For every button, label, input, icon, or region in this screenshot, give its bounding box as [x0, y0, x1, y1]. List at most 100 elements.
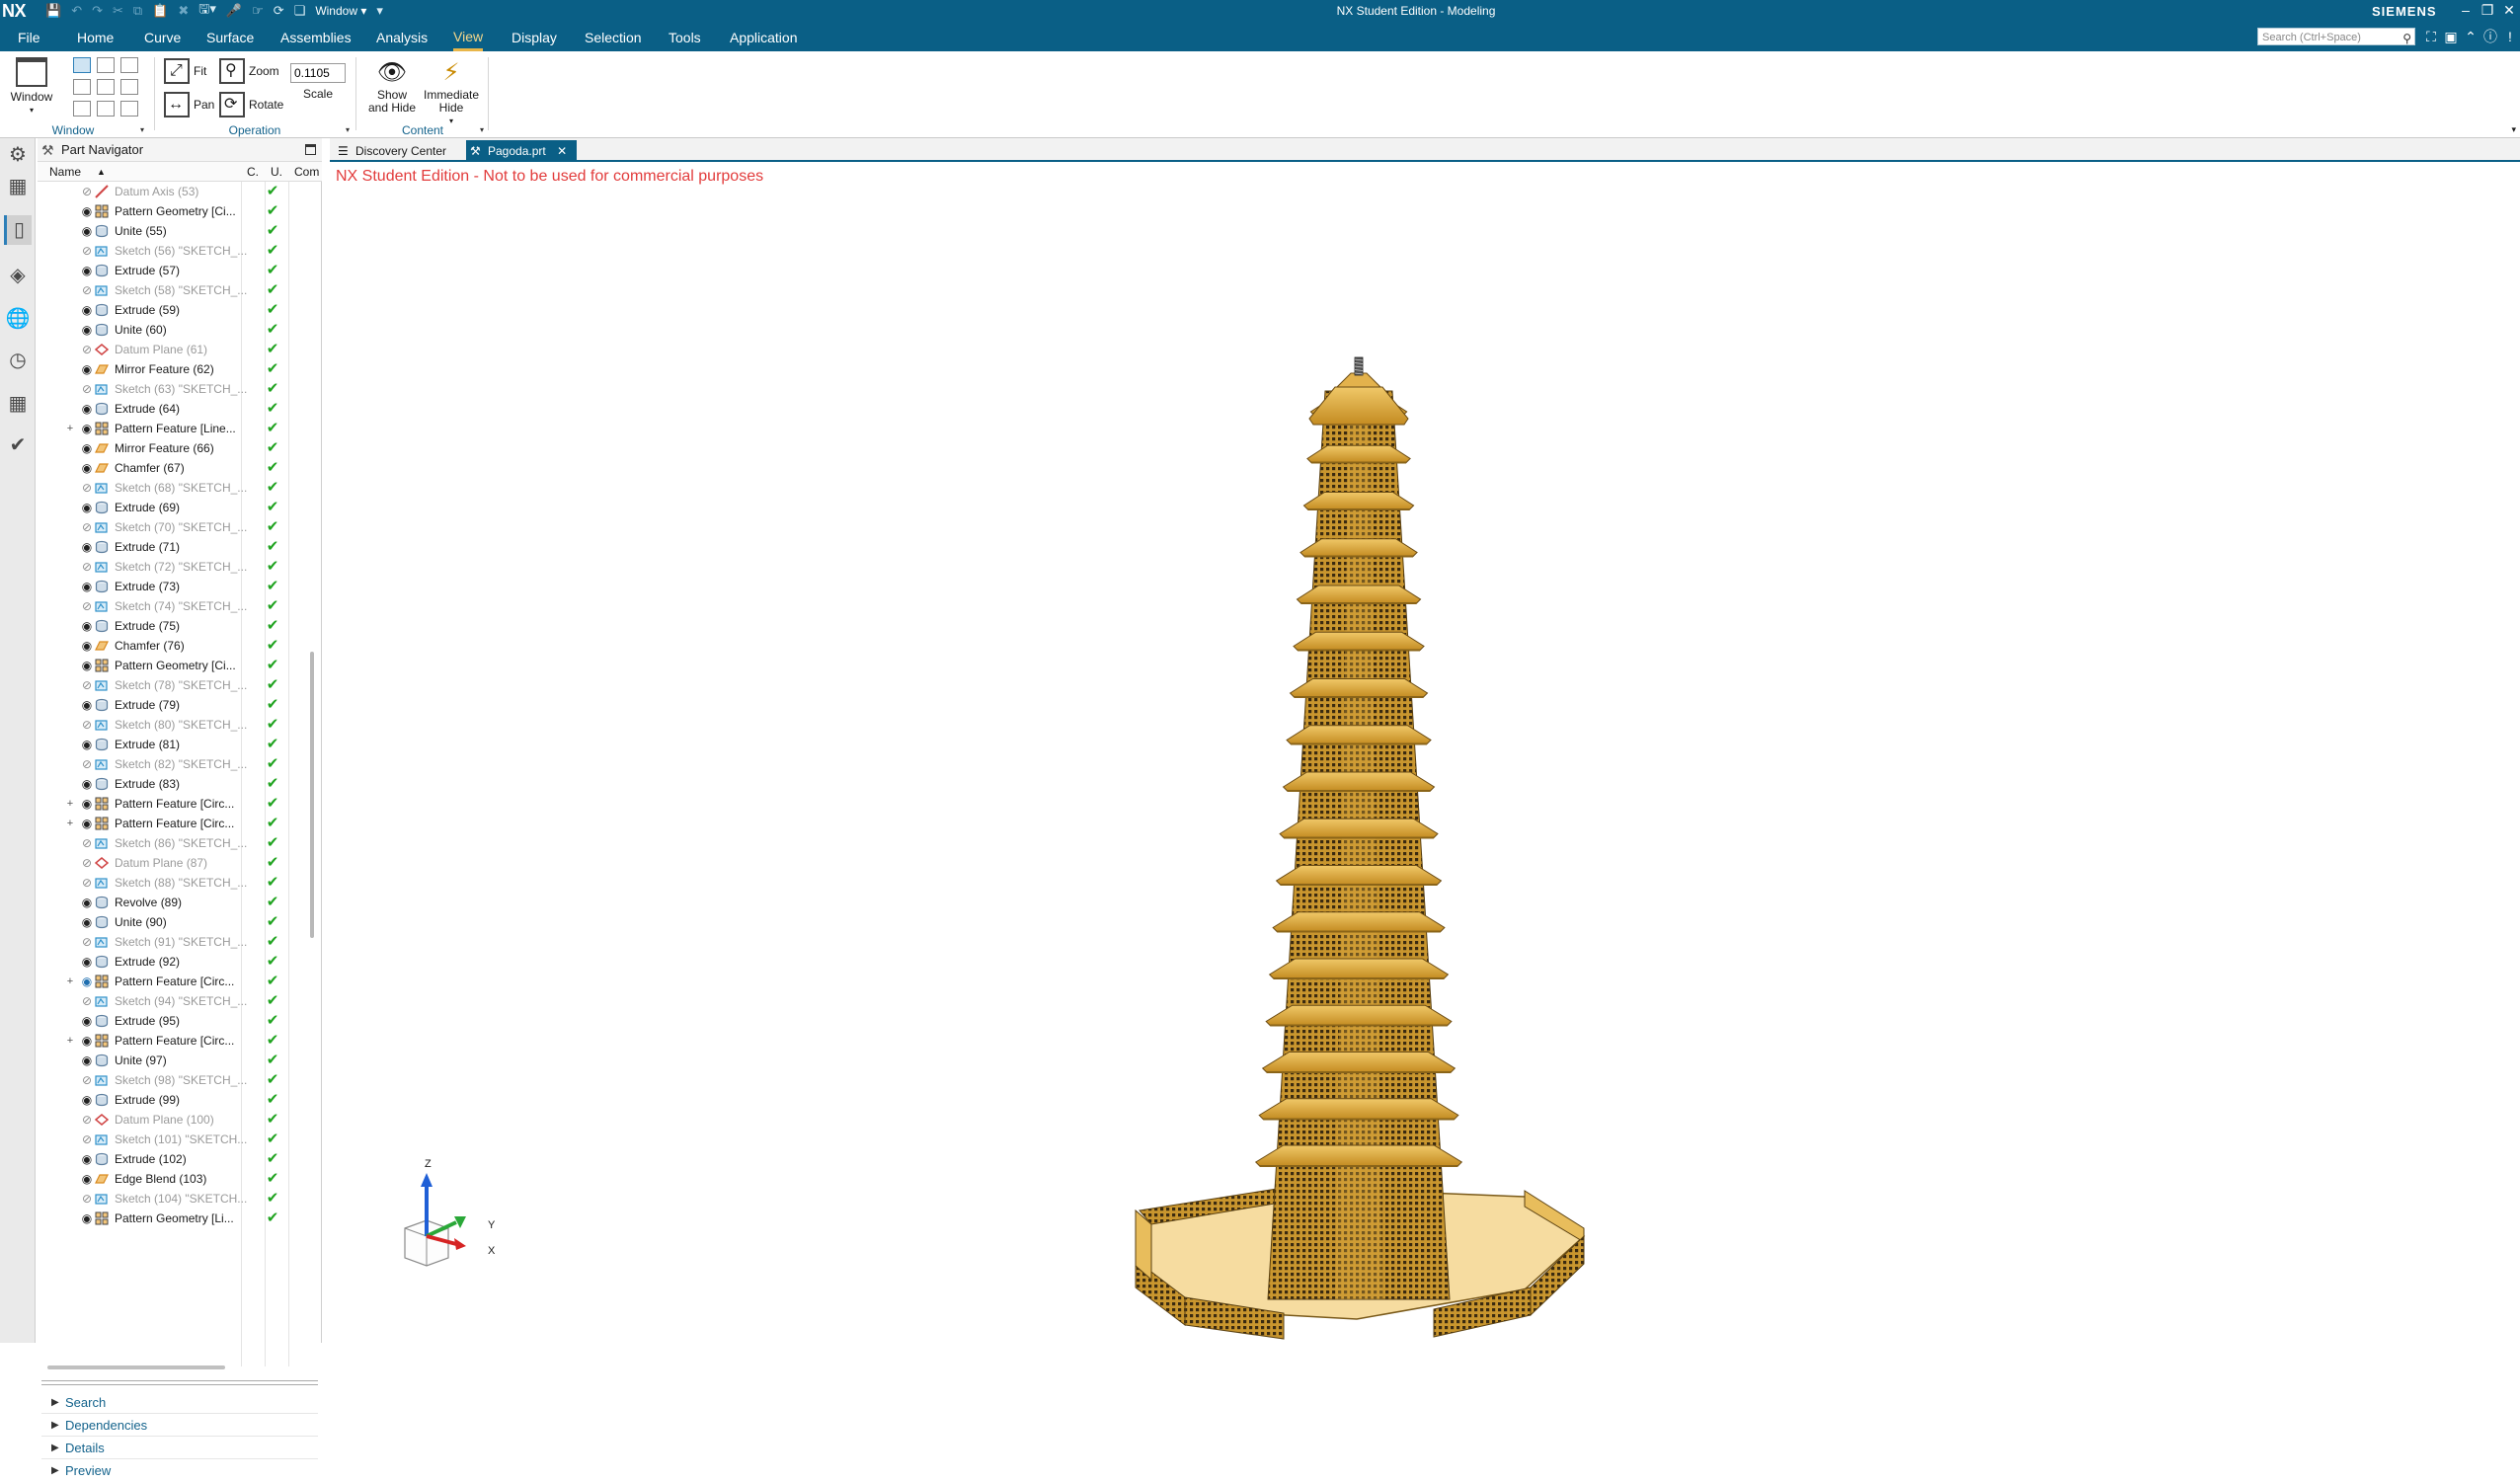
layout-three-bottom-icon[interactable] — [97, 101, 115, 117]
visible-eye-icon[interactable]: ◉ — [79, 952, 95, 972]
feature-row[interactable]: ◉ Unite (55) ✔ — [38, 221, 322, 241]
hidden-eye-icon[interactable]: ⊘ — [79, 241, 95, 261]
help-icon[interactable]: ⓘ — [2481, 28, 2500, 45]
feature-row[interactable]: ⊘ Sketch (91) "SKETCH_... ✔ — [38, 932, 322, 952]
visible-eye-icon[interactable]: ◉ — [79, 1149, 95, 1169]
feature-row[interactable]: ◉ Unite (97) ✔ — [38, 1051, 322, 1070]
tab-curve[interactable]: Curve — [144, 22, 181, 51]
hidden-eye-icon[interactable]: ⊘ — [79, 1110, 95, 1130]
visible-eye-icon[interactable]: ◉ — [79, 1011, 95, 1031]
save-icon[interactable]: 💾 — [45, 3, 61, 19]
close-tab-icon[interactable]: ✕ — [557, 144, 567, 158]
visible-eye-icon[interactable]: ◉ — [79, 735, 95, 754]
visible-eye-icon[interactable]: ◉ — [79, 656, 95, 675]
cut-icon[interactable]: ✂ — [113, 3, 123, 19]
feature-row[interactable]: ◉ Extrude (99) ✔ — [38, 1090, 322, 1110]
visible-eye-icon[interactable]: ◉ — [79, 695, 95, 715]
close-icon[interactable]: ✕ — [2498, 0, 2520, 22]
pan-button[interactable]: ↔ Pan — [164, 91, 214, 118]
feature-row[interactable]: + ◉ Pattern Feature [Circ... ✔ — [38, 794, 322, 814]
tab-file[interactable]: File — [18, 22, 40, 51]
hidden-eye-icon[interactable]: ⊘ — [79, 675, 95, 695]
repeat-command-icon[interactable]: ⟳ — [274, 3, 284, 19]
fullscreen-icon[interactable]: ⛶ — [2421, 28, 2441, 45]
tab-home[interactable]: Home — [77, 22, 114, 51]
panel-splitter[interactable] — [41, 1380, 318, 1381]
hidden-eye-icon[interactable]: ⊘ — [79, 517, 95, 537]
qat-customize-icon[interactable]: ▾ — [376, 3, 383, 19]
feature-row[interactable]: ◉ Extrude (95) ✔ — [38, 1011, 322, 1031]
feature-row[interactable]: ◉ Extrude (92) ✔ — [38, 952, 322, 972]
hidden-eye-icon[interactable]: ⊘ — [79, 280, 95, 300]
feature-row[interactable]: ⊘ Sketch (86) "SKETCH_... ✔ — [38, 833, 322, 853]
copy-icon[interactable]: ⧉ — [133, 3, 142, 19]
feature-row[interactable]: ⊘ Sketch (58) "SKETCH_... ✔ — [38, 280, 322, 300]
hidden-eye-icon[interactable]: ⊘ — [79, 596, 95, 616]
visible-eye-icon[interactable]: ◉ — [79, 1169, 95, 1189]
hidden-eye-icon[interactable]: ⊘ — [79, 932, 95, 952]
expand-toggle-icon[interactable]: + — [65, 419, 75, 438]
feature-row[interactable]: + ◉ Pattern Feature [Line... ✔ — [38, 419, 322, 438]
tab-view[interactable]: View — [453, 22, 484, 51]
feature-row[interactable]: ⊘ Sketch (98) "SKETCH_... ✔ — [38, 1070, 322, 1090]
feature-row[interactable]: ⊘ Sketch (94) "SKETCH_... ✔ — [38, 991, 322, 1011]
column-c[interactable]: C. — [247, 162, 259, 182]
feature-row[interactable]: ◉ Extrude (69) ✔ — [38, 498, 322, 517]
visible-eye-icon[interactable]: ◉ — [79, 399, 95, 419]
microphone-icon[interactable]: 🎤 — [226, 3, 242, 19]
visible-eye-icon[interactable]: ◉ — [79, 261, 95, 280]
feature-row[interactable]: ⊘ Sketch (63) "SKETCH_... ✔ — [38, 379, 322, 399]
layout-three-right-icon[interactable] — [97, 79, 115, 95]
settings-icon[interactable]: ⚙ — [4, 140, 32, 170]
hidden-eye-icon[interactable]: ⊘ — [79, 1130, 95, 1149]
feature-row[interactable]: ◉ Edge Blend (103) ✔ — [38, 1169, 322, 1189]
visible-eye-icon[interactable]: ◉ — [79, 893, 95, 912]
pagoda-model[interactable] — [1135, 356, 1586, 1340]
hidden-eye-icon[interactable]: ⊘ — [79, 991, 95, 1011]
visible-eye-icon[interactable]: ◉ — [79, 320, 95, 340]
feature-row[interactable]: ◉ Extrude (73) ✔ — [38, 577, 322, 596]
layout-six-icon[interactable] — [120, 101, 138, 117]
window-group-dropdown-icon[interactable]: ▾ — [140, 125, 144, 134]
feature-row[interactable]: ⊘ Sketch (68) "SKETCH_... ✔ — [38, 478, 322, 498]
save-as-icon[interactable]: 🖫▾ — [198, 0, 216, 22]
graphics-window[interactable]: Z Y X NX Student Edition - Not to be use… — [330, 164, 2520, 1343]
notification-icon[interactable]: ! — [2500, 28, 2520, 45]
assembly-navigator-icon[interactable]: ▦ — [4, 172, 32, 201]
minimize-icon[interactable]: – — [2455, 0, 2477, 22]
collapse-ribbon-icon[interactable]: ⌃ — [2461, 28, 2481, 45]
hidden-eye-icon[interactable]: ⊘ — [79, 478, 95, 498]
visible-eye-icon[interactable]: ◉ — [79, 359, 95, 379]
tab-analysis[interactable]: Analysis — [376, 22, 428, 51]
expand-toggle-icon[interactable]: + — [65, 972, 75, 991]
layout-icon[interactable]: ▣ — [2441, 28, 2461, 45]
layout-four-icon[interactable] — [120, 79, 138, 95]
roles-icon[interactable]: ✔ — [4, 430, 32, 460]
panel-details[interactable]: ▶ Details — [41, 1438, 318, 1459]
feature-row[interactable]: ◉ Extrude (59) ✔ — [38, 300, 322, 320]
visible-eye-icon[interactable]: ◉ — [79, 616, 95, 636]
feature-row[interactable]: ◉ Unite (90) ✔ — [38, 912, 322, 932]
hidden-eye-icon[interactable]: ⊘ — [79, 182, 95, 201]
show-and-hide-button[interactable]: 👁 Show and Hide — [365, 57, 419, 120]
tab-tools[interactable]: Tools — [669, 22, 701, 51]
touch-mode-icon[interactable]: ☞ — [252, 3, 264, 19]
hidden-eye-icon[interactable]: ⊘ — [79, 715, 95, 735]
feature-row[interactable]: ⊘ Datum Plane (87) ✔ — [38, 853, 322, 873]
window-switch-icon[interactable]: ❏ — [294, 3, 306, 19]
visible-eye-icon[interactable]: ◉ — [79, 912, 95, 932]
visible-eye-icon[interactable]: ◉ — [79, 794, 95, 814]
fit-button[interactable]: ⤢ Fit — [164, 57, 206, 85]
visible-eye-icon[interactable]: ◉ — [79, 419, 95, 438]
expand-toggle-icon[interactable]: + — [65, 1031, 75, 1051]
hidden-eye-icon[interactable]: ⊘ — [79, 873, 95, 893]
window-menu[interactable]: Window ▾ — [315, 4, 366, 18]
ribbon-options-icon[interactable]: ▾ — [2511, 124, 2516, 135]
layout-two-horizontal-icon[interactable] — [120, 57, 138, 73]
feature-row[interactable]: ◉ Mirror Feature (62) ✔ — [38, 359, 322, 379]
redo-icon[interactable]: ↷ — [92, 3, 103, 19]
column-u[interactable]: U. — [271, 162, 282, 182]
visible-eye-icon[interactable]: ◉ — [79, 300, 95, 320]
content-group-dropdown-icon[interactable]: ▾ — [480, 125, 484, 134]
delete-icon[interactable]: ✖ — [178, 3, 189, 19]
